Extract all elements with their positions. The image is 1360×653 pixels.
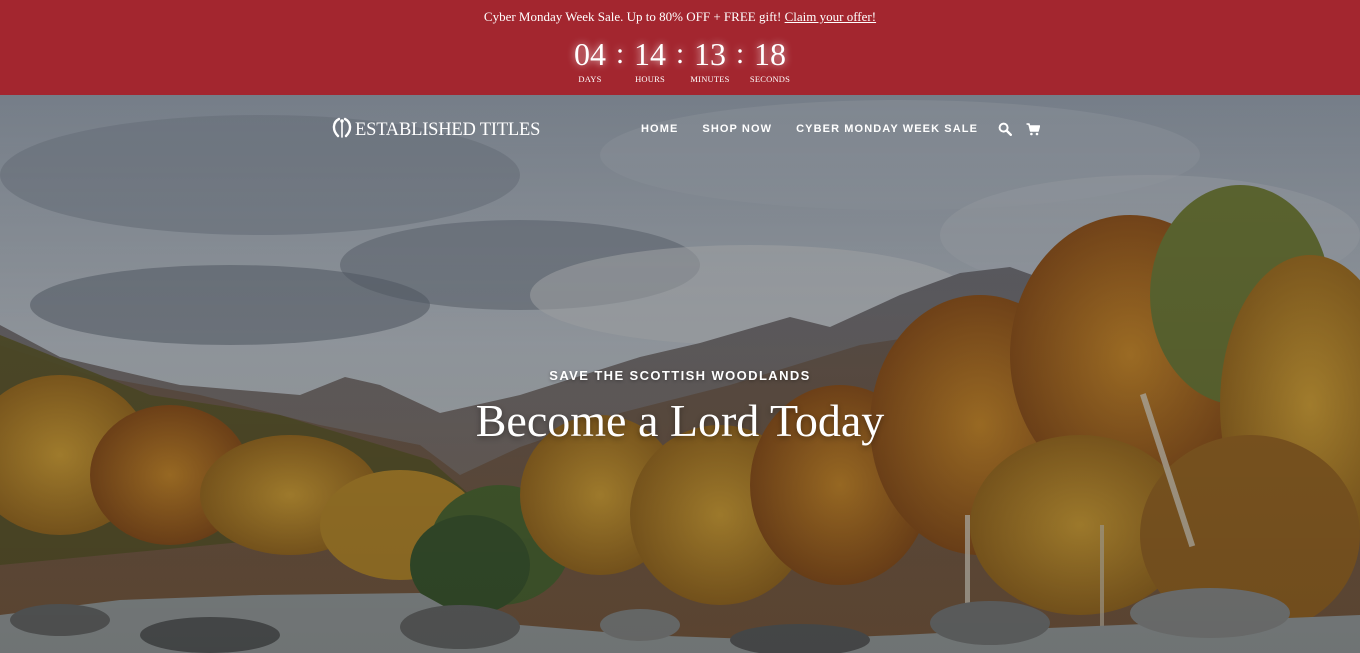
laurel-wreath-icon <box>332 117 352 138</box>
countdown-seconds: 18 SECONDS <box>741 36 799 85</box>
logo-text: ESTABLISHED TITLES <box>355 119 541 140</box>
site-logo[interactable]: ESTABLISHED TITLES <box>330 116 540 140</box>
countdown-minutes-label: MINUTES <box>690 74 730 84</box>
claim-offer-link[interactable]: Claim your offer! <box>785 9 876 24</box>
hero-banner: ESTABLISHED TITLES HOME SHOP NOW CYBER M… <box>0 95 1360 653</box>
countdown-seconds-value: 18 <box>754 36 786 72</box>
countdown-hours-value: 14 <box>634 36 666 72</box>
countdown-seconds-label: SECONDS <box>749 74 791 84</box>
hero-headline: Become a Lord Today <box>475 395 885 446</box>
cart-icon[interactable] <box>1026 121 1042 137</box>
promo-message: Cyber Monday Week Sale. Up to 80% OFF + … <box>0 9 1360 25</box>
countdown-minutes-value: 13 <box>694 36 726 72</box>
nav-shop-now[interactable]: SHOP NOW <box>702 123 772 135</box>
countdown-hours: 14 HOURS <box>621 36 679 85</box>
search-icon[interactable] <box>998 121 1014 137</box>
countdown-days: 04 DAYS <box>561 36 619 85</box>
promo-text: Cyber Monday Week Sale. Up to 80% OFF + … <box>483 9 782 24</box>
countdown-days-label: DAYS <box>578 74 602 84</box>
main-navigation: HOME SHOP NOW CYBER MONDAY WEEK SALE <box>641 121 1054 137</box>
countdown-timer: 04 DAYS : 14 HOURS : 13 MINUTES : 18 SEC… <box>0 36 1360 85</box>
promo-bar: Cyber Monday Week Sale. Up to 80% OFF + … <box>0 0 1360 95</box>
nav-home[interactable]: HOME <box>641 123 678 135</box>
countdown-hours-label: HOURS <box>635 74 665 84</box>
countdown-days-value: 04 <box>574 36 606 72</box>
nav-cyber-monday-week-sale[interactable]: CYBER MONDAY WEEK SALE <box>796 123 978 135</box>
hero-eyebrow: SAVE THE SCOTTISH WOODLANDS <box>549 368 811 383</box>
countdown-minutes: 13 MINUTES <box>681 36 739 85</box>
